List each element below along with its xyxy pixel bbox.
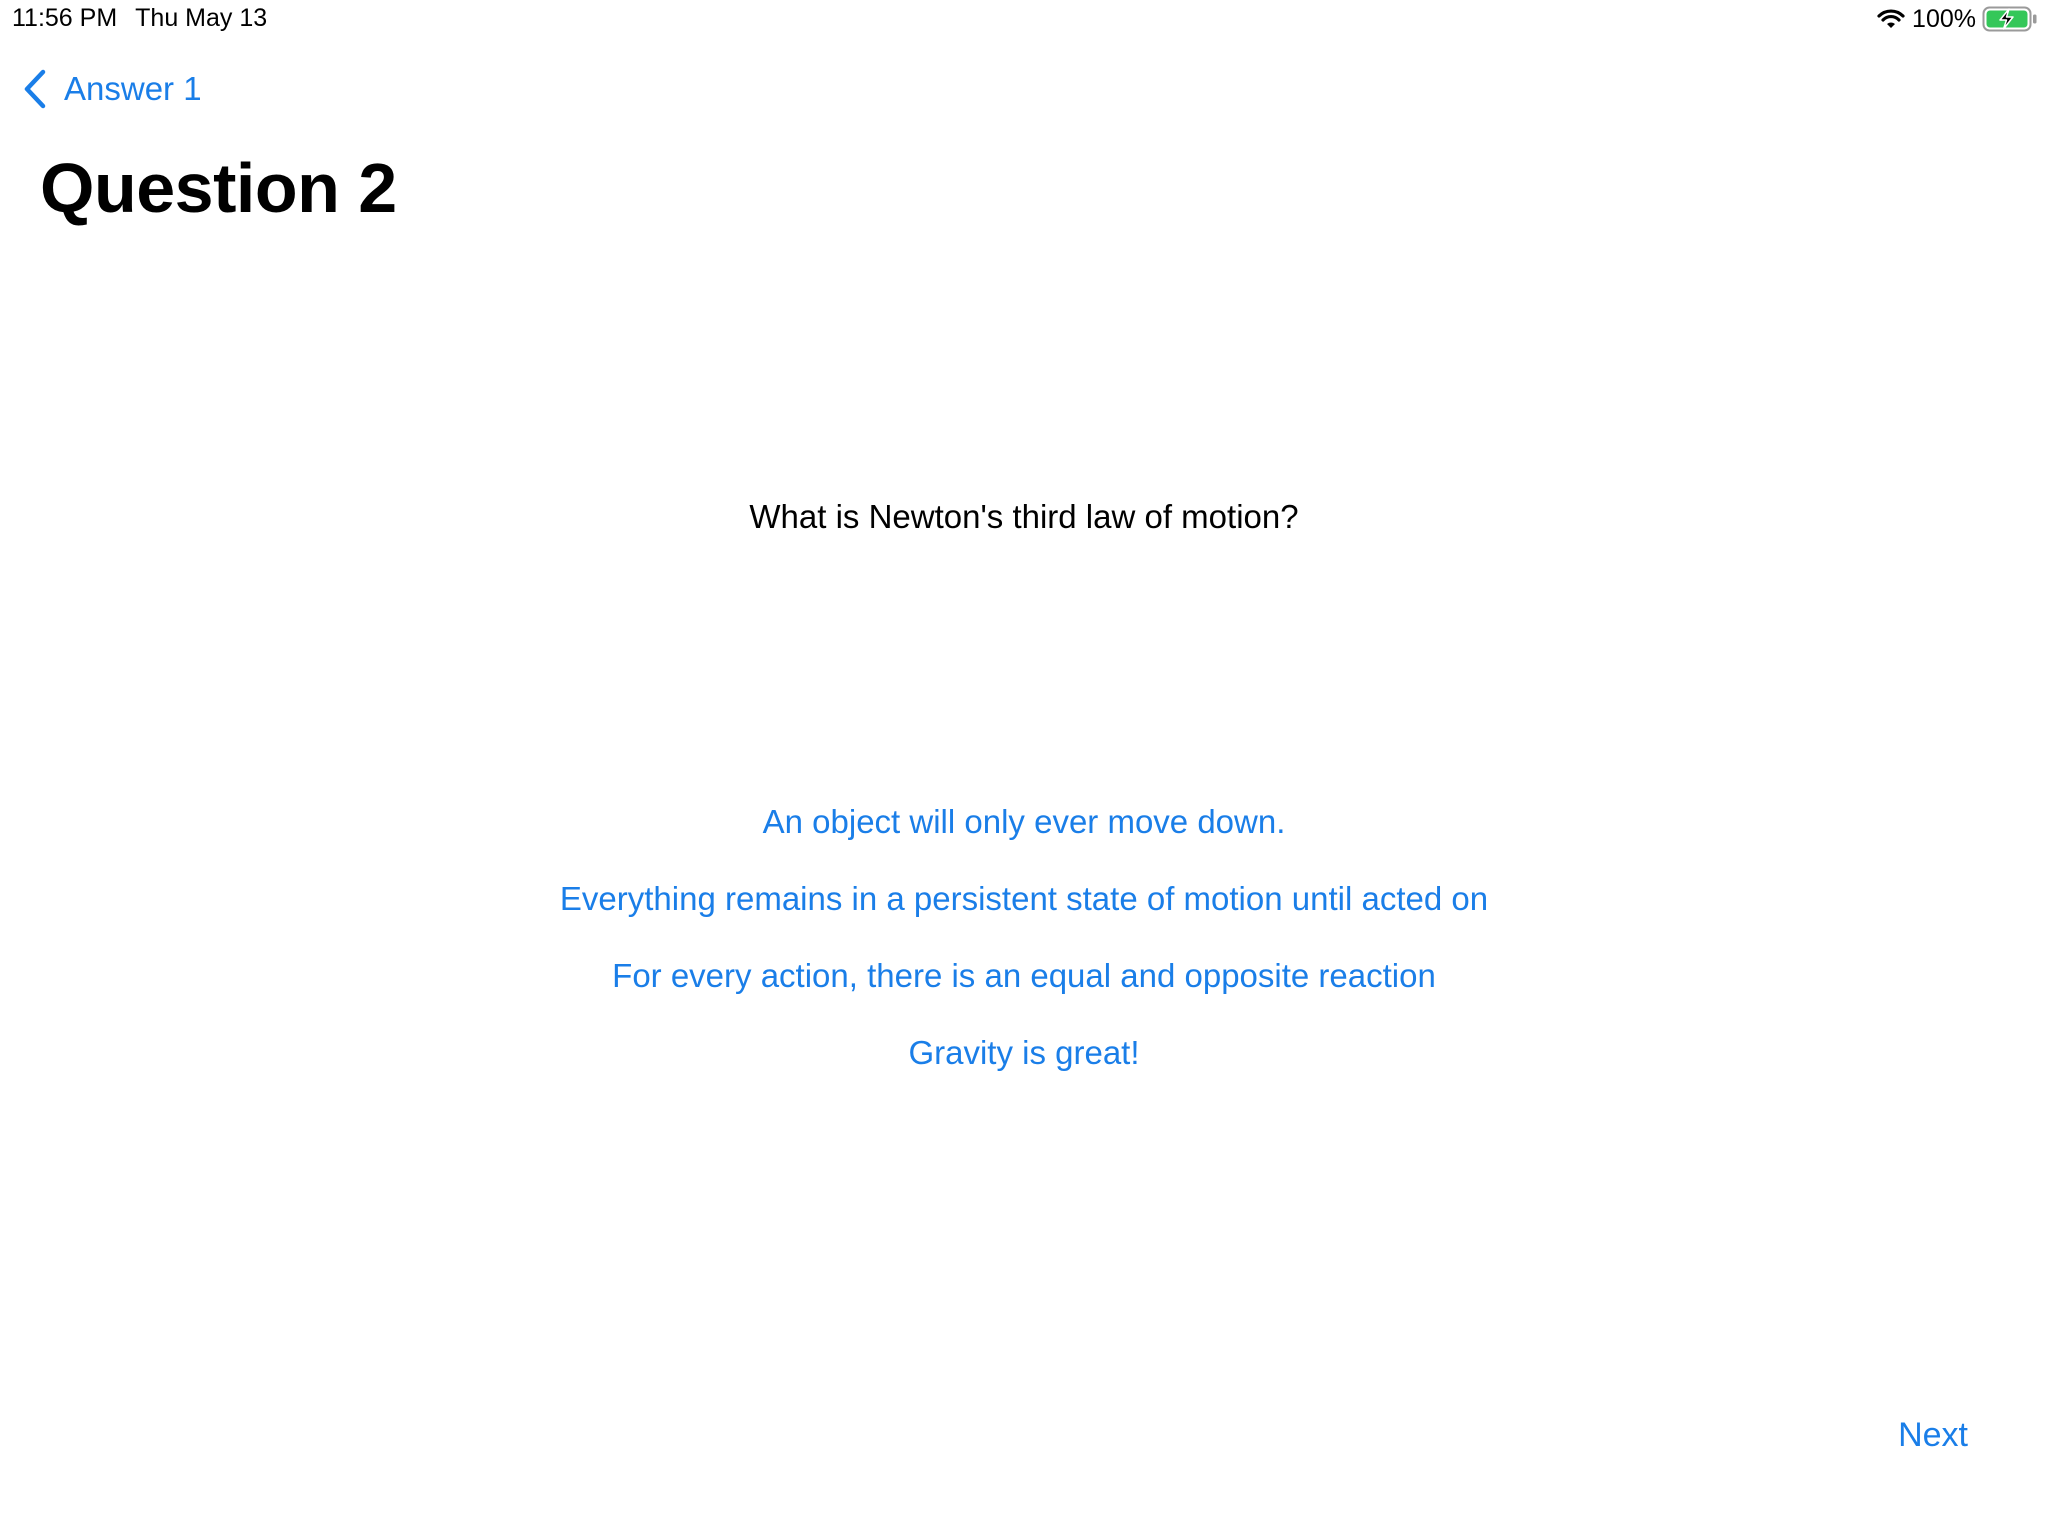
back-button[interactable]: Answer 1 [22,68,202,110]
back-button-label: Answer 1 [64,70,202,107]
status-time: 11:56 PM [12,4,118,32]
answer-option-2[interactable]: Everything remains in a persistent state… [0,877,2048,954]
page-title: Question 2 [40,149,397,227]
status-bar-left: 11:56 PM Thu May 13 [12,4,267,33]
answer-option-4[interactable]: Gravity is great! [0,1031,2048,1108]
question-text: What is Newton's third law of motion? [749,498,1299,535]
screen: 11:56 PM Thu May 13 100% Answer 1 Questio… [0,0,2048,1536]
answer-option-1[interactable]: An object will only ever move down. [0,800,2048,877]
chevron-left-icon [24,69,46,109]
wifi-icon [1877,9,1905,28]
battery-charging-icon [1982,6,2037,32]
battery-percent: 100% [1912,4,1976,33]
status-bar-right: 100% [1876,4,2038,34]
answer-option-3[interactable]: For every action, there is an equal and … [0,954,2048,1031]
next-button[interactable]: Next [1898,1416,1968,1455]
status-date: Thu May 13 [135,4,268,32]
answer-list: An object will only ever move down. Ever… [0,800,2048,1108]
